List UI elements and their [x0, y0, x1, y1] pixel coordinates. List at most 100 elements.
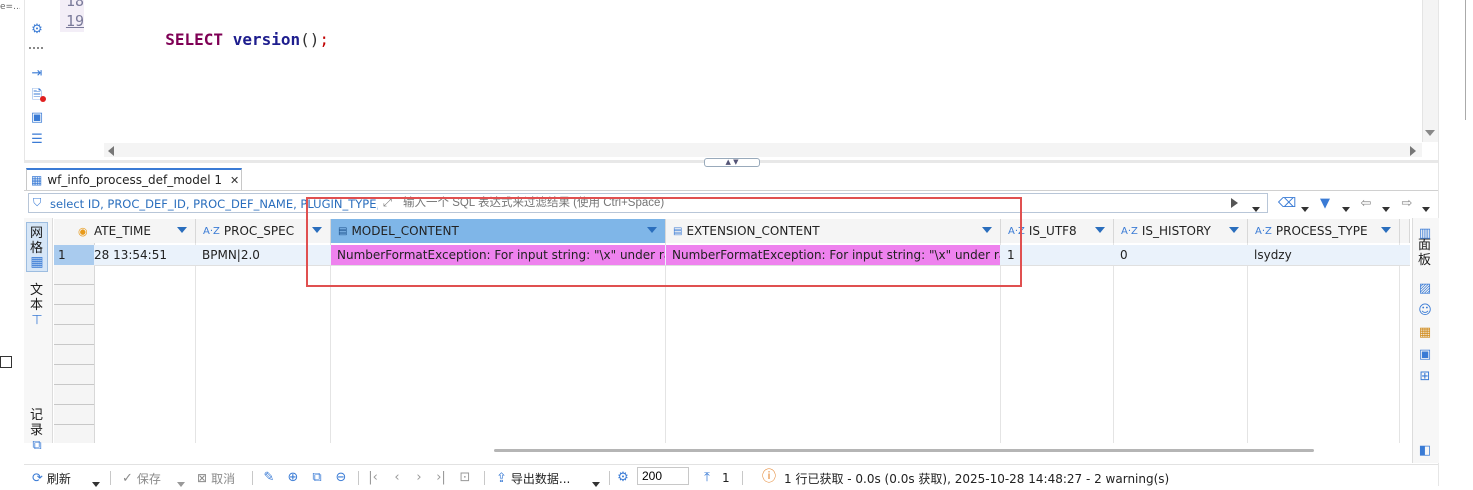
cancel-button[interactable]: ⊠ 取消 [197, 469, 235, 487]
layout-toggle-icon[interactable]: ◧ [1416, 443, 1434, 457]
gear-icon[interactable]: ⚙ [27, 20, 47, 38]
grid-line [1000, 243, 1001, 443]
bottom-toolbar [24, 464, 1438, 487]
splitter-handle[interactable]: ▲ ▼ [704, 158, 760, 167]
forward-dropdown[interactable] [1422, 201, 1430, 215]
settings-icon[interactable]: ⚙ [614, 469, 632, 485]
record-label[interactable]: 记录 [30, 408, 44, 438]
column-dropdown[interactable] [1229, 227, 1239, 233]
editor-hscrollbar[interactable] [104, 143, 1422, 157]
layout-panel-icon[interactable]: ▣ [1416, 347, 1434, 361]
result-tab[interactable]: ▦ wf_info_process_def_model 1 ✕ [26, 168, 242, 190]
back-dropdown[interactable] [1382, 201, 1390, 215]
grid-hscroll-thumb[interactable] [494, 449, 1314, 452]
grid-line [330, 243, 331, 443]
column-header-is-history[interactable]: A·Z IS_HISTORY [1114, 219, 1248, 243]
column-dropdown[interactable] [1381, 227, 1391, 233]
cell-is-history[interactable]: 0 [1114, 245, 1247, 265]
next-icon[interactable]: › [410, 469, 428, 485]
row-divider [54, 344, 94, 345]
column-header-create-time[interactable]: ◉ ATE_TIME [78, 219, 196, 243]
column-dropdown[interactable] [312, 227, 322, 233]
line-number-current: 19 [65, 12, 84, 30]
prev-icon[interactable]: ‹ [388, 469, 406, 485]
filter-icon[interactable]: ▼ [1316, 195, 1334, 211]
grid-line [1113, 243, 1114, 443]
vscroll-down-arrow[interactable] [1425, 130, 1435, 136]
row-divider [54, 324, 94, 325]
text-label[interactable]: 文本 [30, 283, 44, 313]
cell-is-utf8[interactable]: 1 [1001, 245, 1113, 265]
cell-extension-content-error[interactable]: NumberFormatException: For input string:… [666, 245, 1000, 265]
column-header-overflow[interactable] [1400, 219, 1410, 243]
filter-run-arrow[interactable] [1231, 198, 1238, 208]
row-divider [54, 364, 94, 365]
grid-panel-icon[interactable]: ⊞ [1416, 369, 1434, 383]
eraser-dropdown[interactable] [1301, 201, 1309, 215]
copy-row-icon[interactable]: ⧉ [308, 469, 326, 485]
fetch-size-input[interactable] [637, 467, 689, 485]
hscroll-left-arrow[interactable] [108, 146, 114, 156]
db-icon[interactable]: ▣ [27, 108, 47, 126]
column-dropdown[interactable] [177, 227, 187, 233]
grid-line [195, 243, 196, 443]
last-icon[interactable]: ›| [432, 469, 450, 485]
image-panel-icon[interactable]: ▨ [1416, 281, 1434, 295]
edit-row-icon[interactable]: ✎ [260, 469, 278, 485]
export-dropdown[interactable] [592, 476, 600, 490]
save-button[interactable]: ✓ 保存 [122, 469, 161, 487]
row-count: 1 [722, 471, 730, 485]
sort-icon: ◉ [78, 224, 88, 238]
grid-line [665, 243, 666, 443]
cell-create-time[interactable]: 28 13:54:51 [88, 245, 195, 265]
column-header-process-type[interactable]: A·Z PROCESS_TYPE [1248, 219, 1400, 243]
cell-model-content-error[interactable]: NumberFormatException: For input string:… [331, 245, 665, 265]
filter-dropdown[interactable] [1342, 201, 1350, 215]
eraser-icon[interactable]: ⌫ [1278, 195, 1296, 211]
column-header-proc-spec[interactable]: A·Z PROC_SPEC [196, 219, 331, 243]
filter-input[interactable] [403, 195, 1223, 211]
arrow-right-icon[interactable]: ⇨ [1398, 195, 1416, 211]
row-divider [54, 384, 94, 385]
column-header-model-content[interactable]: ▤ MODEL_CONTENT [331, 219, 666, 243]
record-icon: ⧉ [32, 437, 42, 453]
code-line[interactable]: SELECT version(); [146, 11, 329, 49]
panel-icon-1[interactable]: ▥ [1416, 226, 1434, 240]
row-divider [54, 304, 94, 305]
column-header-extension-content[interactable]: ▤ EXTENSION_CONTENT [666, 219, 1001, 243]
list-icon[interactable]: ☰ [27, 130, 47, 148]
warning-icon[interactable]: ⓘ [760, 469, 778, 485]
close-icon[interactable]: ✕ [230, 174, 239, 187]
export-icon[interactable]: ⇥ [27, 64, 47, 82]
panels-label[interactable]: 面板 [1418, 238, 1432, 268]
table-panel-icon[interactable]: ▦ [1416, 325, 1434, 339]
toolbar-separator [742, 471, 743, 485]
delete-row-icon[interactable]: ⊖ [332, 469, 350, 485]
column-header-is-utf8[interactable]: A·Z IS_UTF8 [1001, 219, 1114, 243]
export-data-button[interactable]: ⇪ 导出数据... [496, 469, 570, 487]
smile-panel-icon[interactable]: ☺ [1416, 303, 1434, 317]
cell-process-type[interactable]: lsydzy [1248, 245, 1399, 265]
filter-history-dropdown[interactable] [1252, 201, 1260, 215]
sql-parens: () [300, 30, 320, 49]
column-dropdown[interactable] [647, 227, 657, 233]
blob-type-icon: ▤ [673, 225, 683, 237]
add-row-icon[interactable]: ⊕ [284, 469, 302, 485]
arrow-left-icon[interactable]: ⇦ [1357, 195, 1375, 211]
first-icon[interactable]: |‹ [364, 469, 382, 485]
refresh-dropdown[interactable] [92, 476, 100, 490]
export-data-label: 导出数据... [510, 471, 571, 486]
save-dropdown[interactable] [177, 476, 185, 490]
cell-proc-spec[interactable]: BPMN|2.0 [196, 245, 330, 265]
column-dropdown[interactable] [982, 227, 992, 233]
column-label: ATE_TIME [94, 224, 151, 238]
column-dropdown[interactable] [1095, 227, 1105, 233]
refresh-button[interactable]: ⟳ 刷新 [32, 469, 71, 487]
filter-icon-small: ⛉ [33, 196, 42, 209]
expand-icon[interactable]: ⤢ [383, 196, 392, 210]
fetch-all-icon[interactable]: ⤒ [698, 469, 716, 485]
toolbar-separator [609, 471, 610, 485]
fit-icon[interactable]: ⊡ [456, 469, 474, 485]
hscroll-right-arrow[interactable] [1410, 146, 1416, 156]
editor-vscrollbar[interactable] [1422, 0, 1439, 142]
